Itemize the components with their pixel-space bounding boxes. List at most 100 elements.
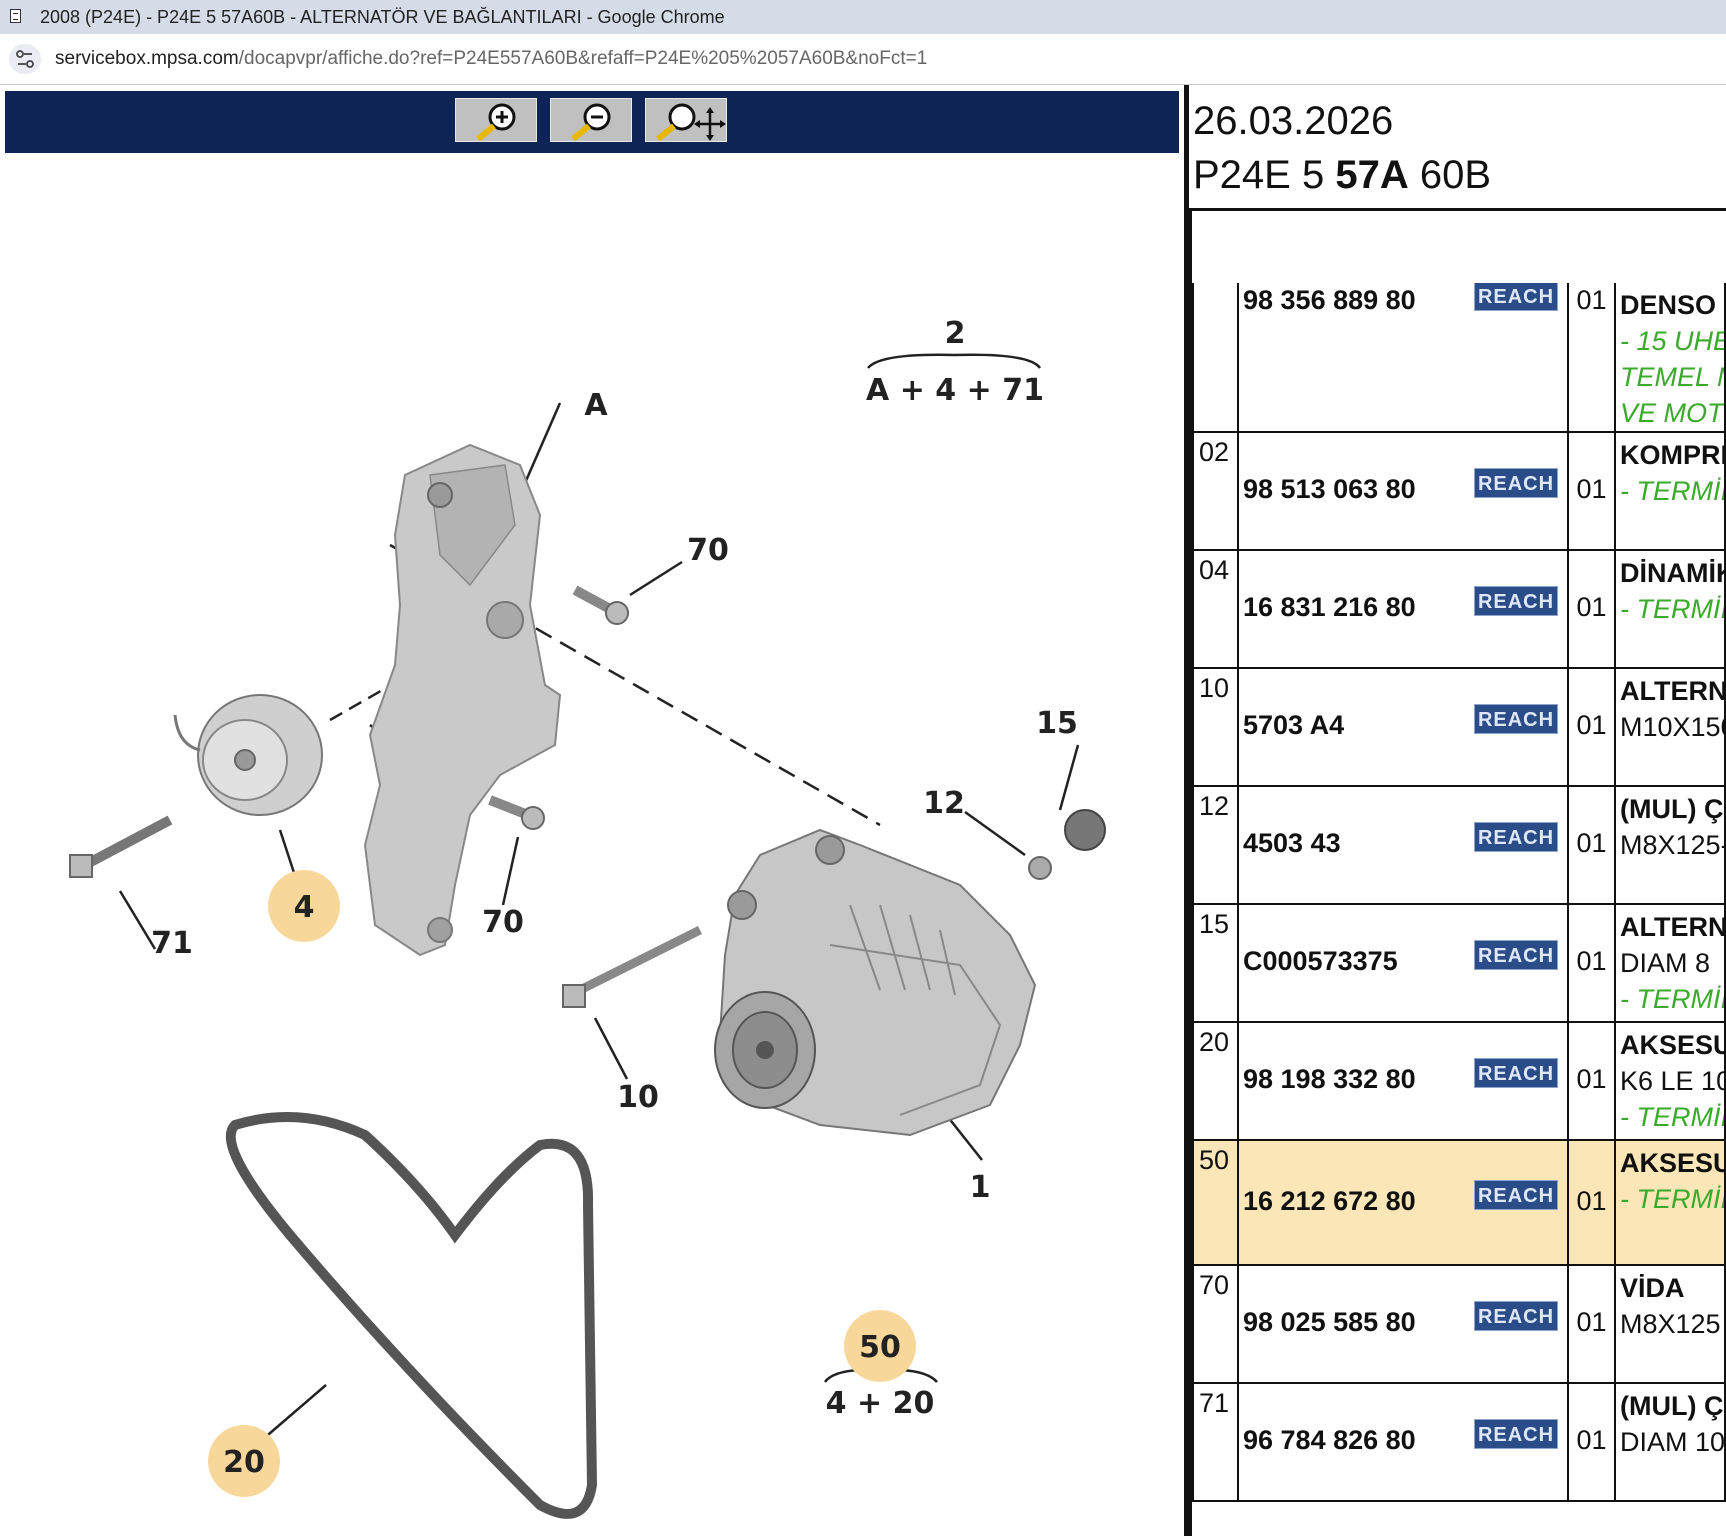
- url-host: servicebox.mpsa.com: [55, 48, 239, 69]
- part-name: (MUL) ÇI: [1620, 794, 1725, 824]
- part-spec: DIAM 10: [1620, 1427, 1725, 1457]
- parts-list-panel: 26.03.2026 P24E 5 57A 60B 98 356 889 80 R…: [1189, 85, 1726, 1536]
- part-number-cell: 4503 43 REACH: [1237, 785, 1569, 905]
- part-note: - TERMİI: [1620, 594, 1725, 624]
- callout-label-50sub[interactable]: 4 + 20: [826, 1386, 935, 1421]
- parts-diagram-viewer: A 2 A + 4 + 71 70 70 71 4 15 12 10 1 20 50 4 + 20: [0, 85, 1184, 1536]
- reach-badge[interactable]: REACH: [1474, 468, 1558, 498]
- reach-badge[interactable]: REACH: [1474, 822, 1558, 852]
- zoom-pan-icon: [656, 103, 726, 142]
- parts-row[interactable]: 105703 A4 REACH 01ALTERNA M10X150: [1192, 667, 1726, 787]
- part-note: - TERMİI: [1620, 476, 1725, 506]
- parts-row[interactable]: 0298 513 063 80 REACH 01KOMPRE - TERMİI: [1192, 431, 1726, 551]
- reach-badge[interactable]: REACH: [1474, 586, 1558, 616]
- part-number-cell: 16 212 672 80 REACH: [1237, 1139, 1569, 1266]
- part-number[interactable]: 16 831 216 80: [1243, 592, 1416, 623]
- description-cell: (MUL) ÇI M8X125-: [1614, 785, 1726, 905]
- callout-label-12[interactable]: 12: [923, 786, 965, 821]
- document-reference: P24E 5 57A 60B: [1193, 153, 1491, 198]
- reach-badge[interactable]: REACH: [1474, 283, 1558, 311]
- row-position: 10: [1192, 667, 1239, 787]
- zoom-in-button[interactable]: [455, 98, 537, 142]
- reach-badge[interactable]: REACH: [1474, 1301, 1558, 1331]
- document-icon: [10, 9, 21, 23]
- callout-label-50[interactable]: 50: [859, 1330, 901, 1365]
- row-position: 20: [1192, 1021, 1239, 1141]
- callout-label-1[interactable]: 1: [970, 1170, 991, 1205]
- zoom-out-button[interactable]: [550, 98, 632, 142]
- part-note: - 15 UHE: [1620, 326, 1725, 356]
- parts-row[interactable]: 70 98 025 585 80 REACH 01 VİDA M8X125: [1192, 1264, 1726, 1384]
- part-name: AKSESU: [1620, 1030, 1725, 1060]
- part-name: ALTERNA: [1620, 676, 1723, 706]
- address-bar[interactable]: servicebox.mpsa.com/docapvpr/affiche.do?…: [0, 34, 1726, 85]
- callout-label-70a[interactable]: 70: [687, 533, 729, 568]
- part-number-cell: 98 198 332 80 REACH: [1237, 1021, 1569, 1141]
- row-position: 12: [1192, 785, 1239, 905]
- part-number-cell: 98 025 585 80 REACH: [1237, 1264, 1569, 1384]
- parts-row[interactable]: 98 356 889 80 REACH 01 DENSO I - 15 UHE TEMEL…: [1192, 283, 1726, 433]
- parts-row[interactable]: 04 16 831 216 80 REACH 01 DİNAMİK - TERMİI: [1192, 549, 1726, 669]
- callout-label-10[interactable]: 10: [617, 1080, 659, 1115]
- callout-label-20[interactable]: 20: [223, 1445, 265, 1480]
- parts-row[interactable]: 71 96 784 826 80 REACH 01 (MUL) ÇI DIAM 10: [1192, 1382, 1726, 1502]
- description-cell: DİNAMİK - TERMİI: [1614, 549, 1726, 669]
- leader-line: [501, 836, 520, 906]
- leader-line: [261, 1384, 327, 1441]
- part-spec: M8X125: [1620, 1309, 1721, 1339]
- part-number[interactable]: 96 784 826 80: [1243, 1425, 1416, 1456]
- part-number-cell: C000573375 REACH: [1237, 903, 1569, 1023]
- quantity: 01: [1567, 785, 1616, 905]
- callout-label-2[interactable]: 2: [945, 316, 966, 351]
- part-number[interactable]: 98 356 889 80: [1243, 285, 1416, 316]
- part-number[interactable]: 98 025 585 80: [1243, 1307, 1416, 1338]
- zoom-pan-button[interactable]: [645, 98, 727, 142]
- quantity: 01: [1567, 667, 1616, 787]
- reach-badge[interactable]: REACH: [1474, 704, 1558, 734]
- ref-suffix: 60B: [1408, 153, 1492, 197]
- reach-badge[interactable]: REACH: [1474, 1058, 1558, 1088]
- part-number[interactable]: 98 513 063 80: [1243, 474, 1416, 505]
- parts-row[interactable]: 12 4503 43 REACH 01 (MUL) ÇI M8X125-: [1192, 785, 1726, 905]
- quantity: 01: [1567, 903, 1616, 1023]
- description-cell: KOMPRE - TERMİI: [1614, 431, 1726, 551]
- part-spec: DIAM 8: [1620, 948, 1711, 978]
- header-divider: [1189, 208, 1726, 211]
- site-settings-icon[interactable]: [9, 44, 41, 74]
- part-number[interactable]: 5703 A4: [1243, 710, 1344, 741]
- quantity: 01: [1567, 549, 1616, 669]
- callout-label-A[interactable]: A: [584, 388, 608, 423]
- alternator-part: [714, 828, 1037, 1137]
- quantity: 01: [1567, 1021, 1616, 1141]
- quantity: 01: [1567, 1139, 1616, 1266]
- row-position: 71: [1192, 1382, 1239, 1502]
- parts-row[interactable]: 15C000573375 REACH 01ALTERNA DIAM 8 - TERMİI: [1192, 903, 1726, 1023]
- part-name: AKSESU: [1620, 1148, 1725, 1178]
- url-text[interactable]: servicebox.mpsa.com/docapvpr/affiche.do?…: [55, 48, 927, 70]
- description-cell: DENSO I - 15 UHE TEMEL M VE MOTO: [1614, 283, 1726, 433]
- reach-badge[interactable]: REACH: [1474, 940, 1558, 970]
- leader-line: [629, 560, 683, 597]
- row-position: 02: [1192, 431, 1239, 551]
- callout-label-70b[interactable]: 70: [482, 905, 524, 940]
- part-number[interactable]: 16 212 672 80: [1243, 1186, 1416, 1217]
- reach-badge[interactable]: REACH: [1474, 1419, 1558, 1449]
- row-position: 15: [1192, 903, 1239, 1023]
- part-name: ALTERNA: [1620, 912, 1723, 942]
- callout-label-2sub[interactable]: A + 4 + 71: [866, 373, 1044, 408]
- quantity: 01: [1567, 1264, 1616, 1384]
- leader-line: [118, 890, 157, 950]
- parts-row[interactable]: 50 16 212 672 80 REACH 01 AKSESU - TERMİI: [1192, 1139, 1726, 1266]
- part-number[interactable]: C000573375: [1243, 946, 1398, 977]
- part-name: DİNAMİK: [1620, 558, 1725, 588]
- parts-row[interactable]: 20 98 198 332 80 REACH 01 AKSESU K6 LE 10 - TE…: [1192, 1021, 1726, 1141]
- part-number[interactable]: 98 198 332 80: [1243, 1064, 1416, 1095]
- callout-label-71[interactable]: 71: [151, 926, 193, 961]
- reach-badge[interactable]: REACH: [1474, 1180, 1558, 1210]
- part-name: VİDA: [1620, 1273, 1685, 1303]
- callout-label-15[interactable]: 15: [1036, 706, 1078, 741]
- row-position: 04: [1192, 549, 1239, 669]
- callout-label-4[interactable]: 4: [294, 890, 315, 925]
- description-cell: ALTERNA DIAM 8 - TERMİI: [1614, 903, 1726, 1023]
- part-number[interactable]: 4503 43: [1243, 828, 1341, 859]
